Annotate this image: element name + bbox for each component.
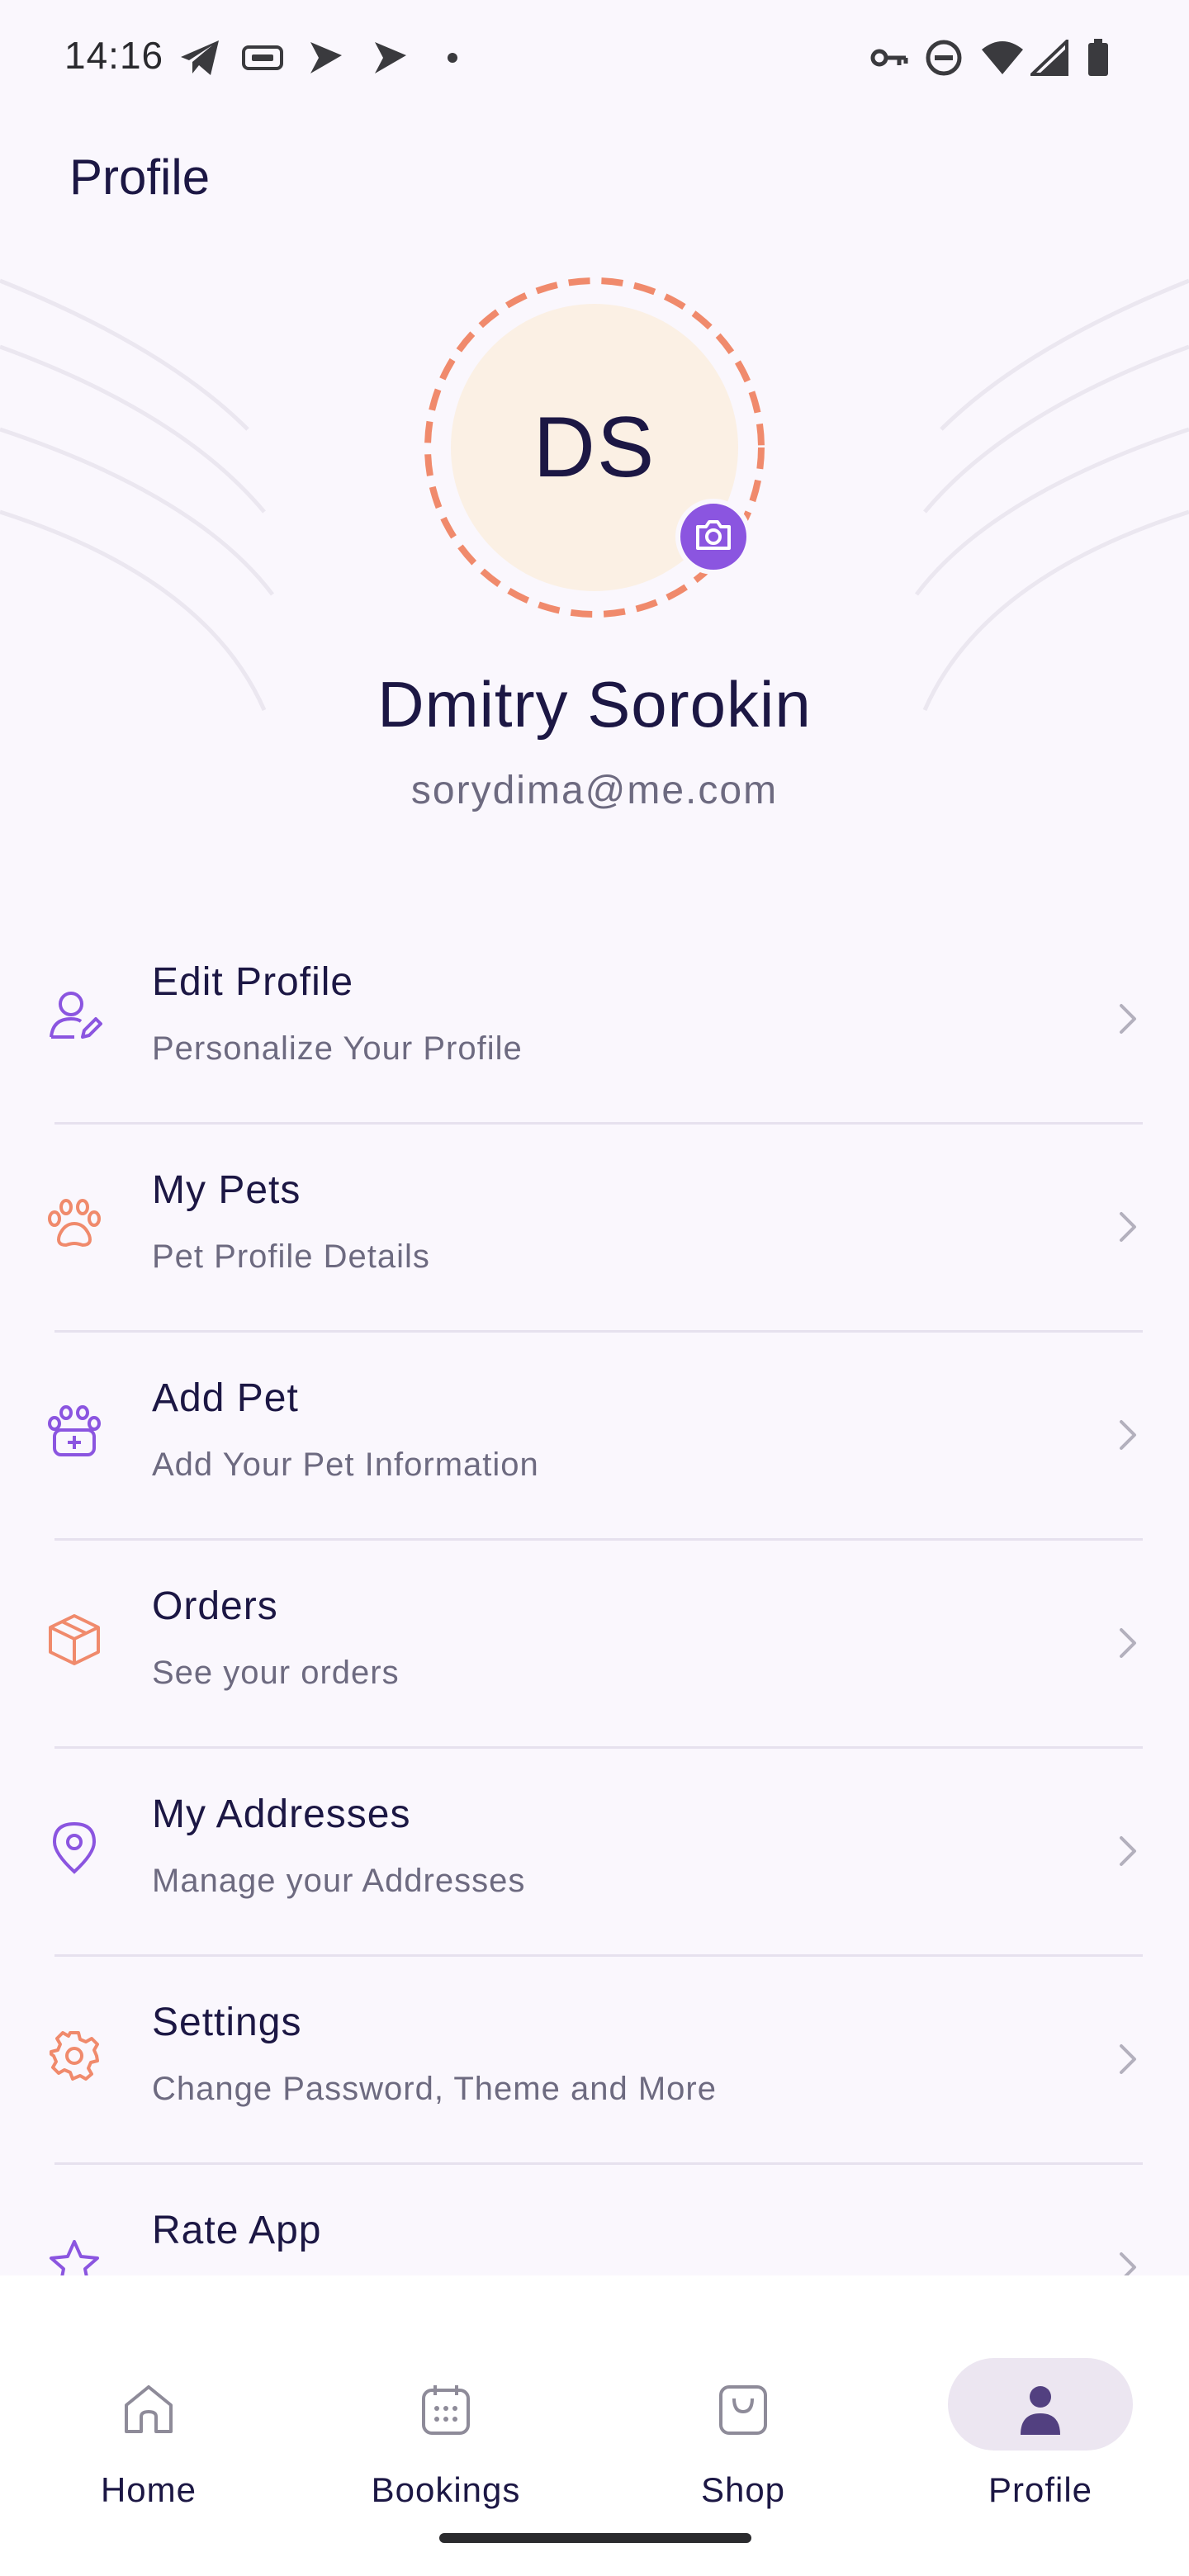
do-not-disturb-icon (923, 36, 964, 79)
nav-item-profile[interactable]: Profile (892, 2318, 1189, 2509)
bottom-navigation: Home Bookings Shop Profile (0, 2275, 1189, 2576)
user-name: Dmitry Sorokin (377, 668, 812, 741)
nav-label: Home (100, 2470, 197, 2509)
menu-item-title: My Pets (152, 1168, 301, 1212)
menu-item-title: Add Pet (152, 1376, 299, 1420)
nav-label: Shop (700, 2470, 786, 2509)
status-bar: 14:16 (0, 0, 1189, 124)
menu-item-subtitle: Manage your Addresses (152, 1863, 526, 1899)
vpn-key-icon (869, 36, 910, 79)
menu-item-title: Edit Profile (152, 960, 354, 1004)
chevron-right-icon (1120, 1004, 1136, 1034)
menu-item-title: Orders (152, 1584, 278, 1628)
nav-item-shop[interactable]: Shop (594, 2318, 892, 2509)
menu-item-my-pets[interactable]: My Pets Pet Profile Details (0, 1125, 1189, 1333)
chevron-right-icon (1120, 1836, 1136, 1866)
wifi-icon (979, 36, 1026, 79)
gesture-bar[interactable] (439, 2533, 751, 2543)
home-icon (116, 2376, 182, 2442)
location-pin-icon (45, 1818, 104, 1878)
chevron-right-icon (1120, 2044, 1136, 2074)
box-icon (45, 1610, 104, 1669)
person-icon (1007, 2376, 1073, 2442)
tag-icon (239, 36, 286, 79)
dot-icon (444, 36, 461, 79)
camera-icon (694, 519, 732, 556)
change-photo-button[interactable] (675, 499, 751, 575)
paw-plus-icon (45, 1402, 104, 1461)
nav-label: Profile (988, 2470, 1093, 2509)
menu-item-title: My Addresses (152, 1792, 411, 1836)
calendar-icon (413, 2376, 479, 2442)
profile-screen: 14:16 Profile DS Dmitry Sorokin sorydima… (0, 0, 1189, 2576)
menu-item-add-pet[interactable]: Add Pet Add Your Pet Information (0, 1333, 1189, 1541)
menu-item-orders[interactable]: Orders See your orders (0, 1541, 1189, 1749)
nav-item-home[interactable]: Home (0, 2318, 297, 2509)
nav-label: Bookings (371, 2470, 521, 2509)
chevron-right-icon (1120, 1212, 1136, 1242)
play-icon (306, 36, 347, 79)
shopping-bag-icon (710, 2376, 776, 2442)
user-edit-icon (45, 986, 104, 1045)
page-title: Profile (69, 149, 211, 205)
menu-item-settings[interactable]: Settings Change Password, Theme and More (0, 1957, 1189, 2165)
user-email: sorydima@me.com (410, 769, 779, 812)
menu-item-subtitle: Change Password, Theme and More (152, 2071, 717, 2107)
menu-item-subtitle: See your orders (152, 1655, 400, 1691)
telegram-icon (177, 36, 223, 79)
signal-icon (1029, 36, 1070, 79)
menu-item-subtitle: Add Your Pet Information (152, 1447, 539, 1483)
menu-item-title: Settings (152, 2001, 302, 2044)
avatar-initials: DS (533, 399, 656, 495)
menu-item-subtitle: Personalize Your Profile (152, 1030, 523, 1067)
battery-icon (1083, 36, 1113, 79)
nav-item-bookings[interactable]: Bookings (297, 2318, 594, 2509)
menu-item-edit-profile[interactable]: Edit Profile Personalize Your Profile (0, 916, 1189, 1125)
menu-item-my-addresses[interactable]: My Addresses Manage your Addresses (0, 1749, 1189, 1957)
menu-item-subtitle: Pet Profile Details (152, 1238, 430, 1275)
play-icon (370, 36, 411, 79)
chevron-right-icon (1120, 1420, 1136, 1450)
paw-icon (45, 1194, 104, 1253)
status-time: 14:16 (64, 34, 164, 77)
gear-icon (45, 2026, 104, 2086)
profile-menu: Edit Profile Personalize Your Profile My… (0, 916, 1189, 2373)
chevron-right-icon (1120, 1628, 1136, 1658)
menu-item-title: Rate App (152, 2209, 322, 2252)
